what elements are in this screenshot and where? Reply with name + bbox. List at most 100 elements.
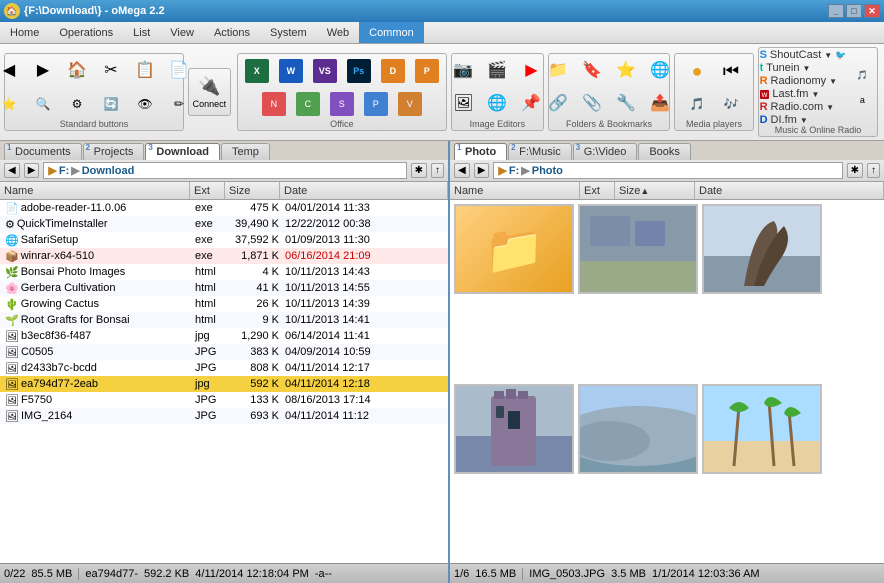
file-row[interactable]: 📄 adobe-reader-11.0.06 exe 475 K 04/01/2… bbox=[0, 200, 448, 216]
file-row[interactable]: 🖼 C0505 JPG 383 K 04/09/2014 10:59 bbox=[0, 344, 448, 360]
rcol-name[interactable]: Name bbox=[450, 182, 580, 199]
thumb-tree[interactable] bbox=[702, 204, 822, 294]
menu-operations[interactable]: Operations bbox=[49, 22, 123, 43]
col-size[interactable]: Size bbox=[225, 182, 280, 199]
amazon-button[interactable]: a bbox=[848, 90, 876, 110]
left-back-button[interactable]: ◀ bbox=[4, 163, 20, 178]
shoutcast-btn[interactable]: S ShoutCast ▼ 🐦 bbox=[760, 49, 847, 61]
scissors-button[interactable]: ✂ bbox=[95, 55, 127, 87]
left-path-display[interactable]: ▶ F: ▶ Download bbox=[43, 162, 406, 179]
up-button[interactable]: 🏠 bbox=[61, 55, 93, 87]
close-button[interactable]: ✕ bbox=[864, 4, 880, 18]
tunein-btn[interactable]: t Tunein ▼ bbox=[760, 62, 847, 74]
tab-music[interactable]: 2 F:\Music bbox=[508, 143, 572, 160]
file-row[interactable]: 🌸 Gerbera Cultivation html 41 K 10/11/20… bbox=[0, 280, 448, 296]
file-row[interactable]: ⚙ QuickTimeInstaller exe 39,490 K 12/22/… bbox=[0, 216, 448, 232]
tab-documents[interactable]: 1 Documents bbox=[4, 143, 82, 160]
file-row-selected[interactable]: 🖼 ea794d77-2eab jpg 592 K 04/11/2014 12:… bbox=[0, 376, 448, 392]
right-forward-button[interactable]: ▶ bbox=[474, 163, 490, 178]
tab-projects[interactable]: 2 Projects bbox=[83, 143, 145, 160]
fb2-button[interactable]: 🔖 bbox=[576, 55, 608, 87]
search-button[interactable]: 🔍 bbox=[27, 88, 59, 120]
file-row[interactable]: 🖼 d2433b7c-bcdd JPG 808 K 04/11/2014 12:… bbox=[0, 360, 448, 376]
menu-home[interactable]: Home bbox=[0, 22, 49, 43]
radionomy-btn[interactable]: R Radionomy ▼ bbox=[760, 75, 847, 87]
mp2-button[interactable]: ⏮ bbox=[715, 55, 747, 87]
fb8-button[interactable]: 📤 bbox=[644, 88, 676, 120]
cam-button[interactable]: 📷 bbox=[447, 55, 479, 87]
mp1-button[interactable]: ● bbox=[681, 55, 713, 87]
back-button[interactable]: ◀ bbox=[0, 55, 25, 87]
menu-web[interactable]: Web bbox=[317, 22, 359, 43]
file-row[interactable]: 🌿 Bonsai Photo Images html 4 K 10/11/201… bbox=[0, 264, 448, 280]
photo2-button[interactable]: 🌐 bbox=[481, 88, 513, 120]
thumbnail-grid[interactable]: 📁 bbox=[450, 200, 884, 563]
fb3-button[interactable]: ⭐ bbox=[610, 55, 642, 87]
tab-photo[interactable]: 1 Photo bbox=[454, 143, 507, 160]
left-forward-button[interactable]: ▶ bbox=[24, 163, 40, 178]
menu-system[interactable]: System bbox=[260, 22, 317, 43]
excel-button[interactable]: X bbox=[241, 55, 273, 87]
col-date[interactable]: Date bbox=[280, 182, 448, 199]
view-button[interactable]: 👁 bbox=[129, 88, 161, 120]
menu-common[interactable]: Common bbox=[359, 22, 424, 43]
rcol-ext[interactable]: Ext bbox=[580, 182, 615, 199]
left-up-button[interactable]: ↑ bbox=[431, 163, 444, 178]
reload-button[interactable]: 🔄 bbox=[95, 88, 127, 120]
mp3-button[interactable]: 🎵 bbox=[681, 88, 713, 120]
tab-download[interactable]: 3 Download bbox=[145, 143, 220, 160]
mymusic-button[interactable]: 🎵 bbox=[848, 66, 876, 86]
thumb-tower[interactable] bbox=[454, 384, 574, 474]
gear-button[interactable]: ⚙ bbox=[61, 88, 93, 120]
thumb-palm[interactable] bbox=[702, 384, 822, 474]
fb7-button[interactable]: 🔧 bbox=[610, 88, 642, 120]
ooffice5-button[interactable]: V bbox=[394, 88, 426, 120]
file-row-root-grafts[interactable]: 🌱 Root Grafts for Bonsai html 9 K 10/11/… bbox=[0, 312, 448, 328]
vs-button[interactable]: VS bbox=[309, 55, 341, 87]
mp4-button[interactable]: 🎶 bbox=[715, 88, 747, 120]
photo1-button[interactable]: 🖼 bbox=[447, 88, 479, 120]
maximize-button[interactable]: □ bbox=[846, 4, 862, 18]
left-file-list[interactable]: 📄 adobe-reader-11.0.06 exe 475 K 04/01/2… bbox=[0, 200, 448, 563]
thumb-hill[interactable] bbox=[578, 384, 698, 474]
radio-btn[interactable]: R Radio.com ▼ bbox=[760, 101, 847, 113]
file-row[interactable]: 🖼 b3ec8f36-f487 jpg 1,290 K 06/14/2014 1… bbox=[0, 328, 448, 344]
oo1-button[interactable]: D bbox=[377, 55, 409, 87]
thumb-wall[interactable] bbox=[578, 204, 698, 294]
right-back-button[interactable]: ◀ bbox=[454, 163, 470, 178]
file-row[interactable]: 🖼 F5750 JPG 133 K 08/16/2013 17:14 bbox=[0, 392, 448, 408]
file-row[interactable]: 🖼 IMG_2164 JPG 693 K 04/11/2014 11:12 bbox=[0, 408, 448, 424]
edit-button[interactable]: ✏ bbox=[163, 88, 195, 120]
ooffice1-button[interactable]: N bbox=[258, 88, 290, 120]
tab-books[interactable]: Books bbox=[638, 143, 691, 160]
menu-actions[interactable]: Actions bbox=[204, 22, 260, 43]
tab-video[interactable]: 3 G:\Video bbox=[573, 143, 638, 160]
fb5-button[interactable]: 🔗 bbox=[542, 88, 574, 120]
rcol-date[interactable]: Date bbox=[695, 182, 884, 199]
paste-button[interactable]: 📄 bbox=[163, 55, 195, 87]
col-ext[interactable]: Ext bbox=[190, 182, 225, 199]
file-row[interactable]: 📦 winrar-x64-510 exe 1,871 K 06/16/2014 … bbox=[0, 248, 448, 264]
minimize-button[interactable]: _ bbox=[828, 4, 844, 18]
lastfm-btn[interactable]: w Last.fm ▼ bbox=[760, 88, 847, 100]
col-name[interactable]: Name bbox=[0, 182, 190, 199]
fb4-button[interactable]: 🌐 bbox=[644, 55, 676, 87]
left-refresh-button[interactable]: ✱ bbox=[411, 163, 427, 178]
fb1-button[interactable]: 📁 bbox=[542, 55, 574, 87]
forward-button[interactable]: ▶ bbox=[27, 55, 59, 87]
menu-view[interactable]: View bbox=[160, 22, 204, 43]
ps-button[interactable]: Ps bbox=[343, 55, 375, 87]
fb6-button[interactable]: 📎 bbox=[576, 88, 608, 120]
star-button[interactable]: ⭐ bbox=[0, 88, 25, 120]
menu-list[interactable]: List bbox=[123, 22, 160, 43]
right-refresh-button[interactable]: ✱ bbox=[847, 163, 863, 178]
right-path-display[interactable]: ▶ F: ▶ Photo bbox=[493, 162, 842, 179]
right-up-button[interactable]: ↑ bbox=[867, 163, 880, 178]
ooffice2-button[interactable]: C bbox=[292, 88, 324, 120]
copy-button[interactable]: 📋 bbox=[129, 55, 161, 87]
video-button[interactable]: 🎬 bbox=[481, 55, 513, 87]
thumb-folder[interactable]: 📁 bbox=[454, 204, 574, 294]
rcol-size[interactable]: Size ▲ bbox=[615, 182, 695, 199]
oo2-button[interactable]: P bbox=[411, 55, 443, 87]
ooffice4-button[interactable]: P bbox=[360, 88, 392, 120]
